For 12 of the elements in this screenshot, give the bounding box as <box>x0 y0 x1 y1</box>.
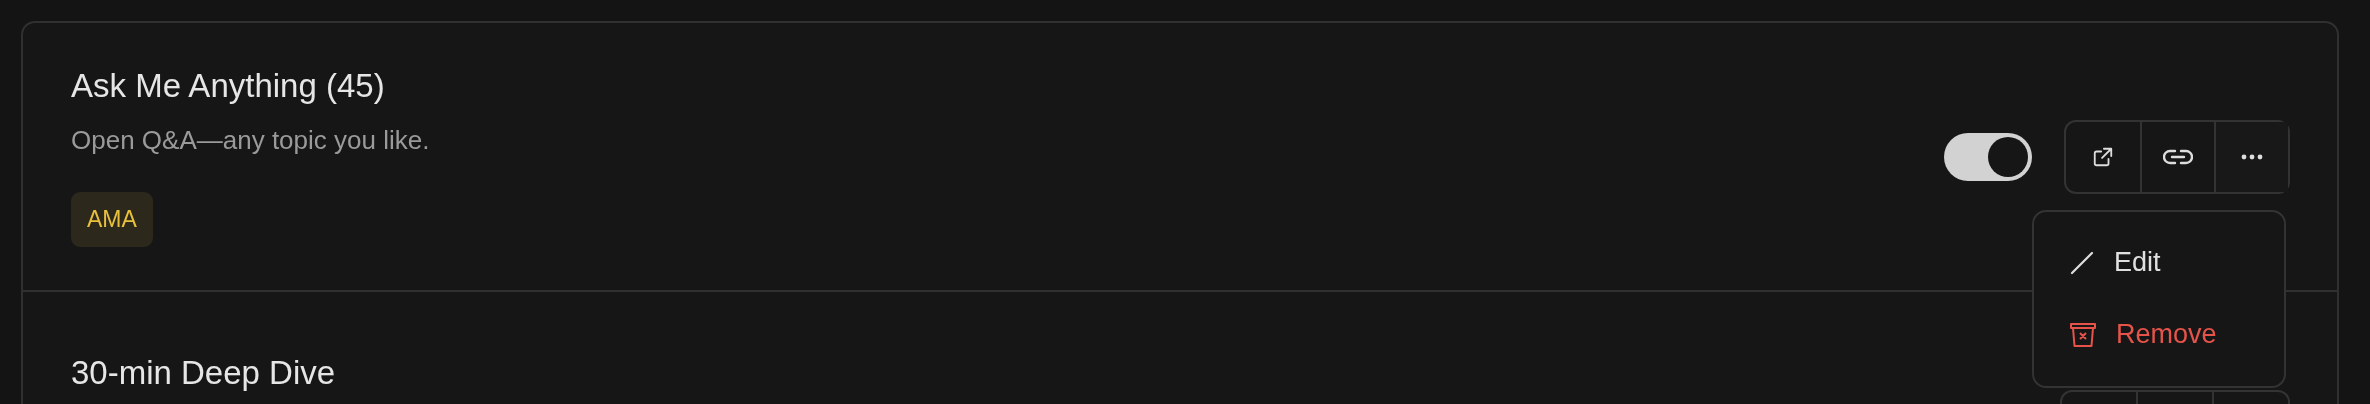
item-description: Open Q&A—any topic you like. <box>71 124 430 156</box>
tag: AMA <box>71 191 153 247</box>
link-icon <box>2163 147 2193 166</box>
toggle-switch[interactable] <box>1944 132 2032 181</box>
more-icon <box>2241 153 2263 160</box>
menu-item[interactable]: Edit <box>2070 242 2248 283</box>
item-title: Ask Me Anything (45) <box>71 66 385 105</box>
pencil-icon <box>2070 250 2094 275</box>
item-title: 30-min Deep Dive <box>71 354 336 392</box>
menu-item[interactable]: Remove <box>2070 314 2248 355</box>
trash-icon <box>2070 322 2096 347</box>
external-link-icon <box>2092 145 2114 168</box>
